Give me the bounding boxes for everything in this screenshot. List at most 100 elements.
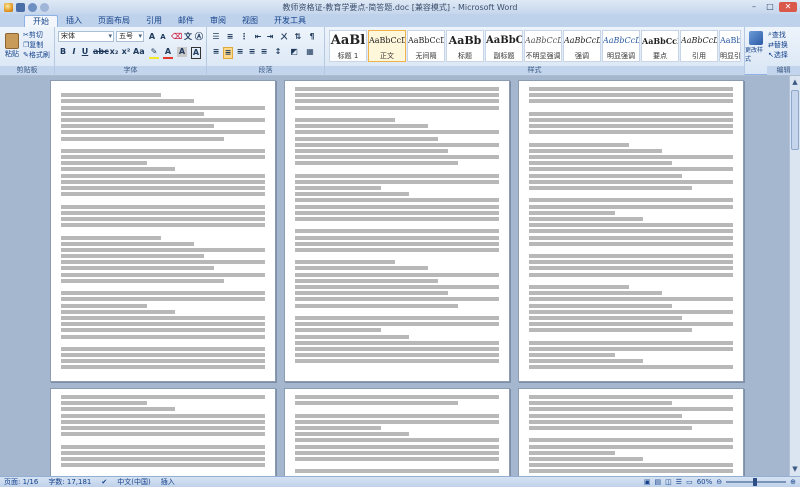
style-heading1[interactable]: AaBl 标题 1 bbox=[329, 30, 367, 62]
tab-view[interactable]: 视图 bbox=[234, 15, 266, 27]
subscript-icon[interactable]: x₂ bbox=[109, 47, 119, 57]
text-line bbox=[61, 260, 265, 265]
italic-icon[interactable]: I bbox=[69, 47, 79, 57]
style-subtitle[interactable]: AaBbC 副标题 bbox=[485, 30, 523, 62]
language-indicator[interactable]: 中文(中国) bbox=[117, 477, 150, 487]
document-page[interactable] bbox=[518, 80, 744, 382]
superscript-icon[interactable]: x² bbox=[121, 47, 131, 57]
tab-home[interactable]: 开始 bbox=[24, 15, 58, 27]
text-line bbox=[529, 401, 672, 406]
underline-icon[interactable]: U bbox=[80, 47, 90, 57]
shrink-font-icon[interactable]: A bbox=[158, 32, 168, 42]
text-line bbox=[295, 401, 459, 406]
align-right-icon[interactable]: ≡ bbox=[235, 47, 245, 57]
font-family-select[interactable]: 宋体 bbox=[58, 31, 114, 42]
insert-mode[interactable]: 插入 bbox=[161, 477, 175, 487]
replace-button[interactable]: ⇄ 替换 bbox=[768, 40, 788, 49]
decrease-indent-icon[interactable]: ⇤ bbox=[253, 32, 263, 42]
outline-view-icon[interactable]: ☰ bbox=[676, 478, 682, 486]
shading-icon[interactable]: ◩ bbox=[289, 47, 299, 57]
align-center-icon[interactable]: ≡ bbox=[223, 47, 233, 59]
style-intense-quote[interactable]: AaBbCcDd 明显引用 bbox=[719, 30, 741, 62]
text-line bbox=[61, 297, 265, 302]
status-right: ▣ ▤ ◫ ☰ ▭ 60% ⊖ ⊕ bbox=[644, 478, 800, 486]
tab-mailings[interactable]: 邮件 bbox=[170, 15, 202, 27]
print-layout-view-icon[interactable]: ▣ bbox=[644, 478, 651, 486]
borders-icon[interactable]: ▦ bbox=[305, 47, 315, 57]
style-normal[interactable]: AaBbCcDd 正文 bbox=[368, 30, 406, 62]
format-painter-button[interactable]: ✎ 格式刷 bbox=[23, 50, 50, 59]
document-page[interactable] bbox=[50, 388, 276, 476]
spellcheck-icon[interactable]: ✔ bbox=[101, 478, 107, 486]
scroll-down-icon[interactable]: ▼ bbox=[790, 464, 800, 474]
document-page[interactable] bbox=[50, 80, 276, 382]
style-subtle-emphasis[interactable]: AaBbCcDd 不明显强调 bbox=[524, 30, 562, 62]
change-case-icon[interactable]: Aa bbox=[133, 47, 145, 57]
paste-button[interactable]: 粘贴 bbox=[2, 29, 22, 63]
document-page[interactable] bbox=[284, 80, 510, 382]
cut-button[interactable]: ✂ 剪切 bbox=[23, 30, 43, 39]
char-shading-icon[interactable]: A bbox=[177, 47, 187, 57]
text-line bbox=[529, 365, 733, 370]
font-group-label: 字体 bbox=[55, 66, 206, 75]
page-count[interactable]: 页面: 1/16 bbox=[4, 477, 38, 487]
clear-format-icon[interactable]: ⌫ bbox=[171, 32, 182, 42]
enclose-char-icon[interactable]: Ⓐ bbox=[194, 32, 204, 42]
distributed-icon[interactable]: ≡ bbox=[259, 47, 269, 57]
tab-insert[interactable]: 插入 bbox=[58, 15, 90, 27]
scroll-thumb[interactable] bbox=[791, 90, 799, 150]
tab-page-layout[interactable]: 页面布局 bbox=[90, 15, 138, 27]
web-layout-view-icon[interactable]: ◫ bbox=[665, 478, 672, 486]
align-left-icon[interactable]: ≡ bbox=[211, 47, 221, 57]
highlight-icon[interactable]: ✎ bbox=[149, 47, 159, 59]
zoom-level[interactable]: 60% bbox=[697, 478, 713, 486]
style-strong[interactable]: AaBbCcDd 要点 bbox=[641, 30, 679, 62]
numbering-icon[interactable]: ≡ bbox=[225, 32, 235, 42]
chinese-layout-icon[interactable]: ㄨ bbox=[279, 32, 289, 42]
style-intense-emphasis[interactable]: AaBbCcDd 明显强调 bbox=[602, 30, 640, 62]
draft-view-icon[interactable]: ▭ bbox=[686, 478, 693, 486]
bold-icon[interactable]: B bbox=[58, 47, 68, 57]
phonetic-guide-icon[interactable]: 文 bbox=[183, 32, 193, 42]
text-line bbox=[295, 456, 499, 461]
change-styles-button[interactable]: 更改样式 bbox=[745, 30, 767, 64]
copy-button[interactable]: ❐ 复制 bbox=[23, 40, 43, 49]
text-line bbox=[529, 346, 733, 351]
text-line bbox=[295, 469, 499, 474]
tab-references[interactable]: 引用 bbox=[138, 15, 170, 27]
document-area[interactable] bbox=[0, 76, 789, 476]
font-color-icon[interactable]: A bbox=[163, 47, 173, 59]
grow-font-icon[interactable]: A bbox=[147, 32, 157, 42]
char-border-icon[interactable]: A bbox=[191, 47, 201, 59]
justify-icon[interactable]: ≡ bbox=[247, 47, 257, 57]
strikethrough-icon[interactable]: abc bbox=[93, 47, 109, 57]
style-title[interactable]: AaBb 标题 bbox=[446, 30, 484, 62]
text-line bbox=[295, 425, 381, 430]
line-spacing-icon[interactable]: ↕ bbox=[273, 47, 283, 57]
font-size-select[interactable]: 五号 bbox=[116, 31, 144, 42]
multilevel-list-icon[interactable]: ⋮ bbox=[239, 32, 249, 42]
text-line bbox=[529, 186, 693, 190]
scroll-up-icon[interactable]: ▲ bbox=[790, 77, 800, 87]
zoom-slider[interactable] bbox=[726, 478, 787, 486]
zoom-in-icon[interactable]: ⊕ bbox=[790, 478, 796, 486]
word-count[interactable]: 字数: 17,181 bbox=[48, 477, 91, 487]
sort-icon[interactable]: ⇅ bbox=[293, 32, 303, 42]
zoom-out-icon[interactable]: ⊖ bbox=[716, 478, 722, 486]
full-screen-view-icon[interactable]: ▤ bbox=[655, 478, 662, 486]
find-button[interactable]: ⌕ 查找 bbox=[768, 30, 786, 39]
style-emphasis[interactable]: AaBbCcDd 强调 bbox=[563, 30, 601, 62]
style-no-spacing[interactable]: AaBbCcDd 无间隔 bbox=[407, 30, 445, 62]
style-quote[interactable]: AaBbCcDd 引用 bbox=[680, 30, 718, 62]
show-marks-icon[interactable]: ¶ bbox=[307, 32, 317, 42]
tab-developer[interactable]: 开发工具 bbox=[266, 15, 314, 27]
document-page[interactable] bbox=[518, 388, 744, 476]
select-button[interactable]: ↖ 选择 bbox=[768, 50, 788, 59]
bullets-icon[interactable]: ☰ bbox=[211, 32, 221, 42]
style-sample: AaBb bbox=[448, 34, 482, 47]
vertical-scrollbar[interactable]: ▲ ▼ bbox=[789, 76, 800, 476]
increase-indent-icon[interactable]: ⇥ bbox=[265, 32, 275, 42]
text-line bbox=[529, 161, 672, 166]
tab-review[interactable]: 审阅 bbox=[202, 15, 234, 27]
document-page[interactable] bbox=[284, 388, 510, 476]
